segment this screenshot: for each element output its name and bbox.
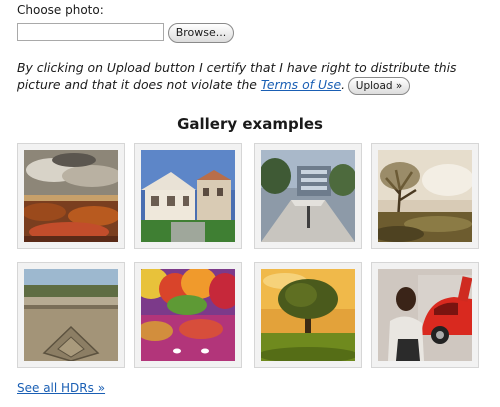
gallery-thumb-5[interactable] [17,262,125,368]
see-all-hdrs-link[interactable]: See all HDRs » [17,381,105,395]
upload-button[interactable]: Upload » [348,76,411,95]
gallery-thumb-2[interactable] [134,143,242,249]
gallery-thumb-1[interactable] [17,143,125,249]
gallery-thumb-7[interactable] [254,262,362,368]
file-path-input[interactable] [17,23,164,41]
upload-notice: By clicking on Upload button I certify t… [17,59,497,95]
gallery-thumb-4[interactable] [371,143,479,249]
villa-street-image [141,150,235,242]
notice-end: . [341,77,346,92]
stone-courtyard-image [24,269,118,361]
autumn-lake-swans-image [141,269,235,361]
choose-photo-label: Choose photo: [17,3,104,17]
misty-tree-image [378,150,472,242]
gallery-thumb-8[interactable] [371,262,479,368]
gallery-thumb-6[interactable] [134,262,242,368]
stormy-sky-landscape-image [24,150,118,242]
gallery-thumb-3[interactable] [254,143,362,249]
city-plaza-image [261,150,355,242]
terms-of-use-link[interactable]: Terms of Use [261,77,341,92]
man-with-sportscar-image [378,269,472,361]
gallery-title: Gallery examples [177,115,323,133]
browse-button[interactable]: Browse... [168,23,234,43]
lone-tree-sunset-image [261,269,355,361]
